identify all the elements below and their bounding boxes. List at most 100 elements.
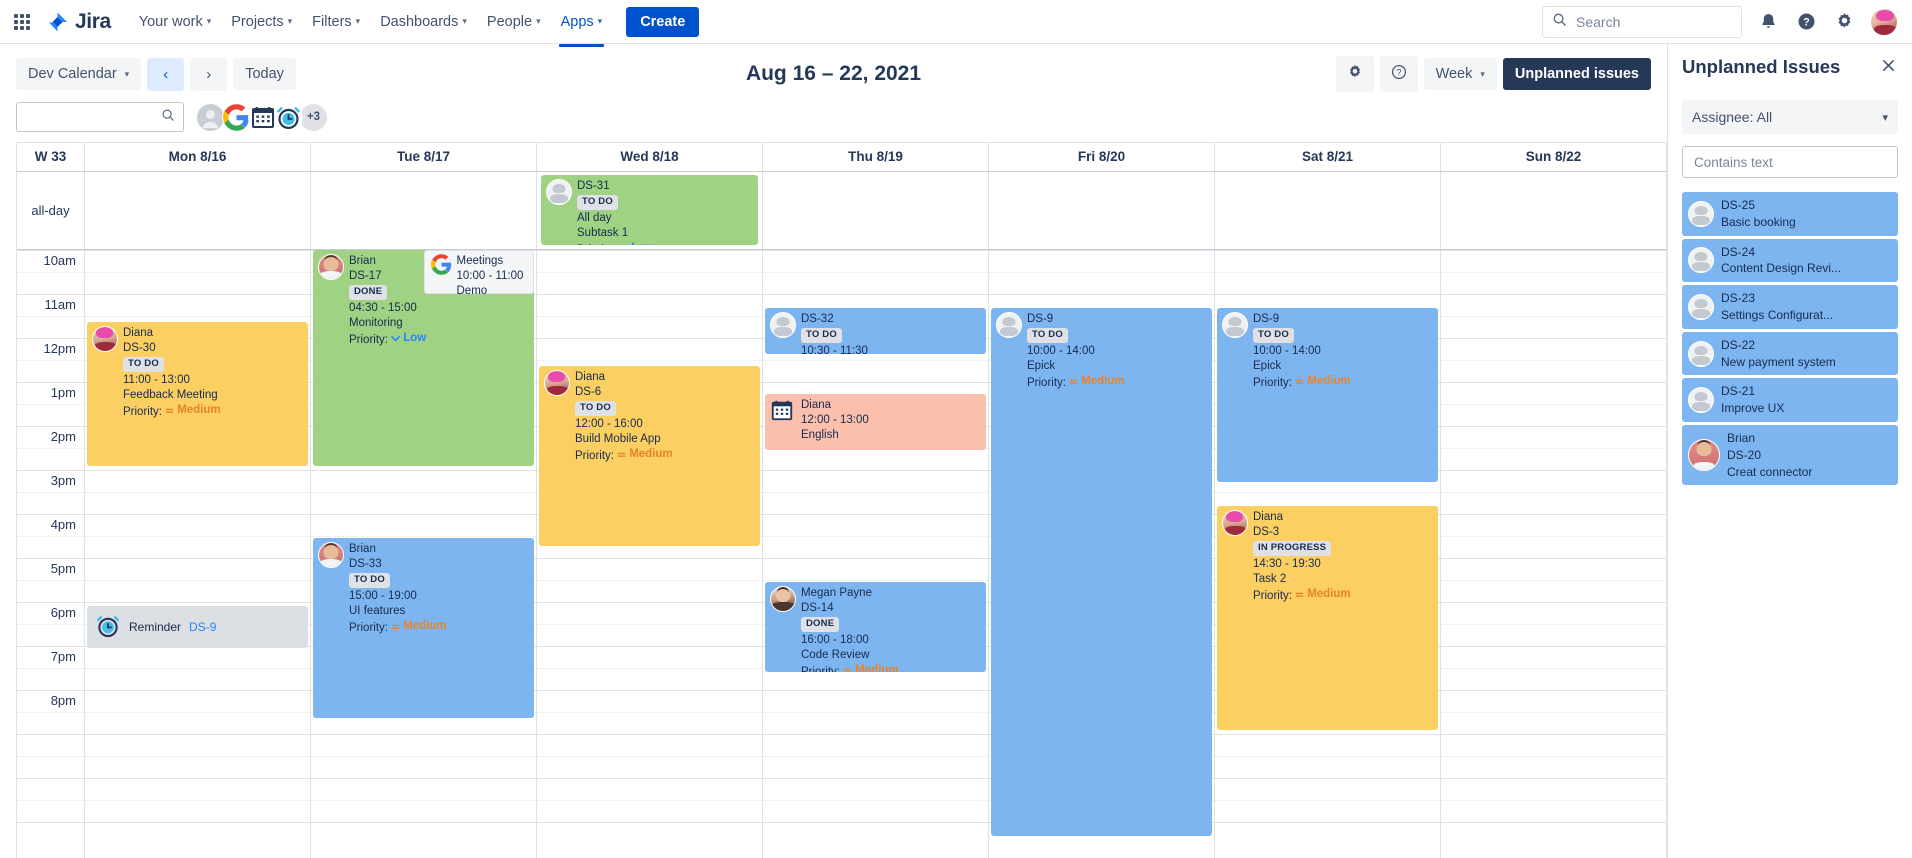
event-assignee: Diana bbox=[123, 326, 303, 341]
user-avatar[interactable] bbox=[1870, 8, 1898, 36]
event-ds-14[interactable]: Megan Payne DS-14 DONE 16:00 - 18:00 Cod… bbox=[765, 582, 986, 672]
day-column-thu[interactable]: DS-32 TO DO 10:30 - 11:30 bbox=[763, 250, 989, 858]
event-ds-33[interactable]: Brian DS-33 TO DO 15:00 - 19:00 UI featu… bbox=[313, 538, 534, 718]
all-day-cell-sun[interactable] bbox=[1441, 172, 1666, 249]
google-meeting-chip[interactable]: Meetings 10:00 - 11:00 Demo bbox=[424, 250, 535, 294]
search-icon bbox=[1552, 12, 1567, 32]
assignee-filter-label: Assignee: All bbox=[1692, 109, 1772, 125]
search-icon bbox=[161, 108, 175, 127]
help-icon[interactable]: ? bbox=[1794, 10, 1818, 34]
reminder-ds-9[interactable]: Reminder DS-9 bbox=[87, 606, 308, 648]
chevron-down-icon: ▾ bbox=[356, 16, 361, 27]
event-ds-6[interactable]: Diana DS-6 TO DO 12:00 - 16:00 Build Mob… bbox=[539, 366, 760, 546]
issue-summary: Settings Configurat... bbox=[1721, 307, 1833, 324]
day-column-mon[interactable]: Diana DS-30 TO DO 11:00 - 13:00 Feedback… bbox=[85, 250, 311, 858]
calendar-settings-button[interactable] bbox=[1336, 56, 1374, 92]
nav-label: People bbox=[487, 14, 532, 30]
all-day-label: all-day bbox=[17, 172, 85, 249]
alarm-clock-icon bbox=[95, 613, 121, 642]
event-time: 16:00 - 18:00 bbox=[801, 633, 981, 648]
contains-text-input[interactable] bbox=[1692, 154, 1888, 171]
day-column-tue[interactable]: Brian DS-17 DONE 04:30 - 15:00 Monitorin… bbox=[311, 250, 537, 858]
unplanned-issues-toggle[interactable]: Unplanned issues bbox=[1503, 58, 1651, 90]
event-ds-32[interactable]: DS-32 TO DO 10:30 - 11:30 bbox=[765, 308, 986, 354]
calendar-search-field[interactable] bbox=[16, 102, 184, 132]
nav-item-your-work[interactable]: Your work ▾ bbox=[129, 6, 221, 38]
priority-value: Medium bbox=[843, 663, 898, 672]
calendar-search-input[interactable] bbox=[25, 109, 161, 126]
avatar bbox=[1688, 294, 1714, 320]
assignee-filter-select[interactable]: Assignee: All ▾ bbox=[1682, 100, 1898, 134]
calendar-selector[interactable]: Dev Calendar ▾ bbox=[16, 58, 141, 90]
event-summary: Epick bbox=[1253, 359, 1433, 374]
unplanned-item-ds-23[interactable]: DS-23 Settings Configurat... bbox=[1682, 285, 1898, 329]
source-more-count[interactable]: +3 bbox=[300, 104, 327, 131]
view-mode-selector[interactable]: Week ▾ bbox=[1424, 58, 1497, 90]
contains-text-field[interactable] bbox=[1682, 146, 1898, 178]
calendar-sources: +3 bbox=[196, 103, 327, 132]
source-google-icon[interactable] bbox=[222, 103, 251, 132]
settings-gear-icon[interactable] bbox=[1832, 10, 1856, 34]
chevron-down-icon: ▾ bbox=[598, 16, 603, 27]
close-icon[interactable] bbox=[1879, 56, 1898, 75]
unplanned-item-ds-22[interactable]: DS-22 New payment system bbox=[1682, 332, 1898, 376]
day-column-sat[interactable]: DS-9 TO DO 10:00 - 14:00 Epick Priority:… bbox=[1215, 250, 1441, 858]
nav-item-dashboards[interactable]: Dashboards ▾ bbox=[370, 6, 477, 38]
unplanned-item-ds-21[interactable]: DS-21 Improve UX bbox=[1682, 378, 1898, 422]
source-calendar-icon[interactable] bbox=[248, 103, 277, 132]
day-header-thu: Thu 8/19 bbox=[763, 143, 989, 171]
search-input[interactable] bbox=[1574, 13, 1732, 31]
day-column-sun[interactable] bbox=[1441, 250, 1666, 858]
notifications-bell-icon[interactable] bbox=[1756, 10, 1780, 34]
all-day-cell-thu[interactable] bbox=[763, 172, 989, 249]
nav-right-cluster: ? bbox=[1542, 6, 1898, 38]
all-day-cell-sat[interactable] bbox=[1215, 172, 1441, 249]
event-ds-9-sat[interactable]: DS-9 TO DO 10:00 - 14:00 Epick Priority:… bbox=[1217, 308, 1438, 482]
issue-summary: Content Design Revi... bbox=[1721, 260, 1841, 277]
nav-item-projects[interactable]: Projects ▾ bbox=[221, 6, 302, 38]
item-text: DS-25 Basic booking bbox=[1721, 197, 1796, 231]
nav-item-people[interactable]: People ▾ bbox=[477, 6, 551, 38]
nav-item-filters[interactable]: Filters ▾ bbox=[302, 6, 370, 38]
unplanned-item-ds-24[interactable]: DS-24 Content Design Revi... bbox=[1682, 239, 1898, 283]
question-circle-icon: ? bbox=[1391, 64, 1407, 84]
day-column-fri[interactable]: DS-9 TO DO 10:00 - 14:00 Epick Priority:… bbox=[989, 250, 1215, 858]
reminder-issue-link[interactable]: DS-9 bbox=[189, 620, 216, 634]
today-button[interactable]: Today bbox=[233, 58, 296, 90]
source-default-avatar[interactable] bbox=[196, 103, 225, 132]
source-alarm-clock-icon[interactable] bbox=[274, 103, 303, 132]
global-search[interactable] bbox=[1542, 6, 1742, 38]
all-day-cell-mon[interactable] bbox=[85, 172, 311, 249]
apps-grid-icon[interactable] bbox=[10, 10, 34, 34]
event-ds-9-fri[interactable]: DS-9 TO DO 10:00 - 14:00 Epick Priority:… bbox=[991, 308, 1212, 836]
next-week-button[interactable]: › bbox=[190, 58, 227, 91]
issue-summary: Improve UX bbox=[1721, 400, 1784, 417]
event-summary: Monitoring bbox=[349, 316, 529, 331]
all-day-cell-wed[interactable]: DS-31 TO DO All day Subtask 1 Priority: … bbox=[537, 172, 763, 249]
all-day-cell-fri[interactable] bbox=[989, 172, 1215, 249]
all-day-cell-tue[interactable] bbox=[311, 172, 537, 249]
previous-week-button[interactable]: ‹ bbox=[147, 58, 184, 91]
event-ds-3[interactable]: Diana DS-3 IN PROGRESS 14:30 - 19:30 Tas… bbox=[1217, 506, 1438, 730]
time-label-3pm: 3pm bbox=[51, 473, 76, 488]
event-body: DS-9 TO DO 10:00 - 14:00 Epick Priority:… bbox=[1253, 312, 1433, 478]
calendar-area: Dev Calendar ▾ ‹ › Today Aug 16 – 22, 20… bbox=[0, 44, 1667, 858]
calendar-help-button[interactable]: ? bbox=[1380, 56, 1418, 92]
time-label-11am: 11am bbox=[44, 297, 76, 312]
event-body: Diana 12:00 - 13:00 English bbox=[801, 398, 981, 446]
priority-label: Priority: bbox=[1253, 590, 1292, 602]
create-button[interactable]: Create bbox=[626, 7, 699, 37]
unplanned-item-ds-20[interactable]: Brian DS-20 Creat connector bbox=[1682, 425, 1898, 485]
event-time: 04:30 - 15:00 bbox=[349, 301, 529, 316]
day-column-wed[interactable]: Diana DS-6 TO DO 12:00 - 16:00 Build Mob… bbox=[537, 250, 763, 858]
unplanned-item-ds-25[interactable]: DS-25 Basic booking bbox=[1682, 192, 1898, 236]
event-time: 12:00 - 13:00 bbox=[801, 413, 981, 428]
event-assignee: Brian bbox=[349, 542, 529, 557]
jira-logo[interactable]: Jira bbox=[46, 10, 111, 34]
external-event-english[interactable]: Diana 12:00 - 13:00 English bbox=[765, 394, 986, 450]
google-icon bbox=[431, 254, 452, 280]
event-ds-30[interactable]: Diana DS-30 TO DO 11:00 - 13:00 Feedback… bbox=[87, 322, 308, 466]
nav-item-apps[interactable]: Apps ▾ bbox=[551, 6, 613, 38]
event-body: Brian DS-33 TO DO 15:00 - 19:00 UI featu… bbox=[349, 542, 529, 714]
allday-event-ds-31[interactable]: DS-31 TO DO All day Subtask 1 Priority: … bbox=[541, 175, 758, 245]
